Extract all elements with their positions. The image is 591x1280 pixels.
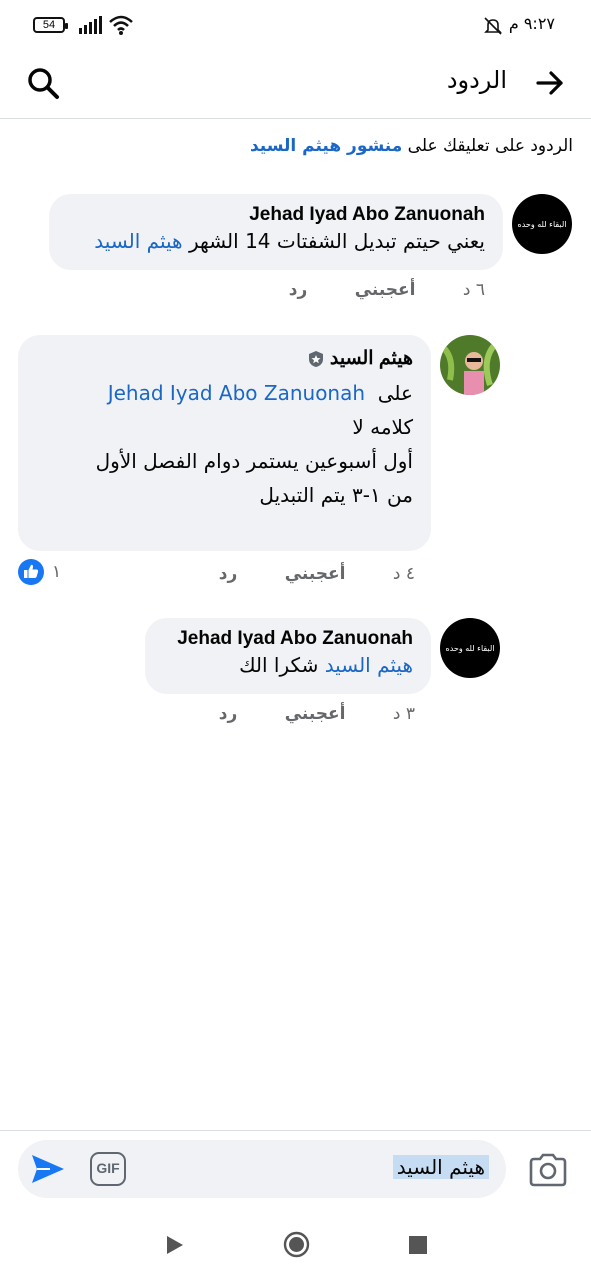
comment-text: هيثم السيد شكرا الك: [163, 650, 413, 680]
battery-indicator: 54: [33, 17, 68, 33]
comment-line: على: [377, 381, 413, 405]
comment-bubble[interactable]: Jehad Iyad Abo Zanuonah هيثم السيد شكرا …: [145, 618, 431, 694]
reaction-number: ١: [52, 562, 62, 582]
comment-author[interactable]: Jehad Iyad Abo Zanuonah: [163, 628, 413, 650]
nav-recents-icon[interactable]: [409, 1236, 427, 1254]
status-time: ٩:٢٧ م: [508, 14, 555, 33]
page-title: الردود: [446, 66, 507, 94]
comment-author[interactable]: Jehad Iyad Abo Zanuonah: [67, 204, 485, 226]
status-bar: 54 ٩:٢٧ م: [0, 0, 591, 52]
comment-body: شكرا الك: [239, 653, 319, 677]
wifi-icon: [109, 15, 133, 35]
comment-text: يعني حيتم تبديل الشفتات 14 الشهر هيثم ال…: [67, 226, 485, 256]
post-link[interactable]: منشور هيثم السيد: [250, 136, 402, 156]
mention-link[interactable]: هيثم السيد: [325, 653, 413, 677]
comment-bubble[interactable]: Jehad Iyad Abo Zanuonah يعني حيتم تبديل …: [49, 194, 503, 270]
mention-link[interactable]: Jehad Iyad Abo Zanuonah: [108, 381, 365, 405]
camera-icon[interactable]: [528, 1152, 568, 1188]
like-reaction-icon: [18, 559, 44, 585]
header: الردود: [0, 52, 591, 119]
avatar-text: البقاء لله وحده: [517, 219, 567, 229]
mute-bell-icon: [484, 17, 502, 35]
context-prefix: الردود على تعليقك على: [407, 136, 573, 156]
comment-meta: ٣ د أعجبني رد: [177, 704, 415, 724]
nav-home-icon[interactable]: [283, 1231, 310, 1258]
comment-text: على Jehad Iyad Abo Zanuonah كلامه لا أول…: [36, 376, 413, 512]
avatar-photo: [440, 335, 500, 395]
avatar[interactable]: البقاء لله وحده: [440, 618, 500, 678]
like-button[interactable]: أعجبني: [285, 564, 346, 584]
gif-button[interactable]: GIF: [90, 1152, 126, 1186]
signal-icon: [79, 16, 102, 34]
search-icon[interactable]: [26, 66, 60, 100]
send-icon[interactable]: [30, 1152, 66, 1186]
reply-button[interactable]: رد: [289, 280, 308, 300]
back-arrow-icon[interactable]: [535, 68, 565, 98]
comment-author[interactable]: هيثم السيد: [330, 347, 413, 370]
avatar[interactable]: [440, 335, 500, 395]
system-nav-bar: [0, 1210, 591, 1280]
avatar-text: البقاء لله وحده: [445, 643, 495, 653]
comment-line: أول أسبوعين يستمر دوام الفصل الأول: [95, 449, 413, 473]
comment-time: ٦ د: [462, 280, 485, 300]
mention-link[interactable]: هيثم السيد: [94, 229, 182, 253]
comment-time: ٣ د: [392, 704, 415, 724]
comment-line: كلامه لا: [352, 415, 413, 439]
reply-button[interactable]: رد: [219, 564, 238, 584]
comment-bubble[interactable]: هيثم السيد على Jehad Iyad Abo Zanuonah ك…: [18, 335, 431, 551]
reply-button[interactable]: رد: [219, 704, 238, 724]
comment-input-value[interactable]: هيثم السيد: [392, 1155, 489, 1179]
moderator-badge-icon: [308, 350, 323, 367]
comment-time: ٤ د: [392, 564, 415, 584]
avatar[interactable]: البقاء لله وحده: [512, 194, 572, 254]
comment-body: يعني حيتم تبديل الشفتات 14 الشهر: [188, 229, 485, 253]
reaction-count[interactable]: ١: [18, 559, 61, 585]
like-button[interactable]: أعجبني: [285, 704, 346, 724]
comment-meta: ٦ د أعجبني رد: [247, 280, 485, 300]
comment-line: من ١-٣ يتم التبديل: [259, 483, 413, 507]
nav-back-icon[interactable]: [166, 1235, 184, 1255]
like-button[interactable]: أعجبني: [355, 280, 416, 300]
replies-context: الردود على تعليقك على منشور هيثم السيد: [250, 136, 573, 156]
comment-meta: ٤ د أعجبني رد: [177, 564, 415, 584]
